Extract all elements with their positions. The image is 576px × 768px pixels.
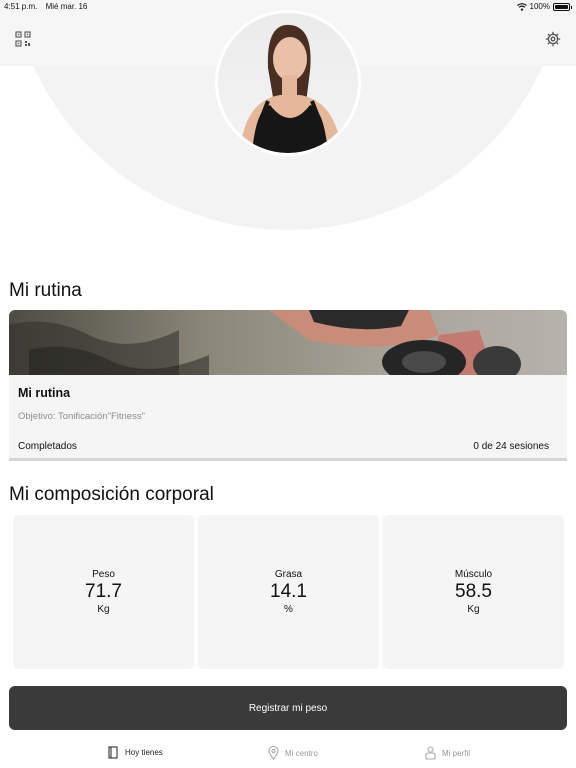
status-left: 4:51 p.m. Mié mar. 16 [4, 2, 87, 11]
location-pin-icon [268, 746, 279, 760]
status-right: 100% [516, 2, 572, 11]
battery-icon [553, 2, 572, 11]
metric-label: Grasa [274, 569, 303, 580]
register-weight-button[interactable]: Registrar mi peso [9, 686, 567, 730]
avatar-photo [218, 13, 358, 153]
profile-hero [0, 0, 576, 240]
metric-card-weight[interactable]: Peso 71.7 Kg [13, 515, 194, 669]
metric-unit: Kg [467, 604, 480, 615]
metric-value: 58.5 [455, 581, 492, 602]
metric-value: 14.1 [270, 581, 307, 602]
metric-unit: % [284, 604, 293, 615]
metric-value: 71.7 [85, 581, 122, 602]
book-icon [108, 746, 118, 759]
routine-card-title: Mi rutina [18, 386, 71, 400]
avatar[interactable] [215, 10, 361, 156]
routine-goal: Objetivo: Tonificación"Fitness" [18, 411, 145, 422]
routine-section-title: Mi rutina [9, 280, 82, 301]
metric-label: Músculo [454, 569, 493, 580]
tab-hoy-tienes[interactable]: Hoy tienes [108, 746, 163, 759]
routine-card[interactable]: Mi rutina Objetivo: Tonificación"Fitness… [9, 310, 567, 461]
gear-icon[interactable] [545, 31, 561, 47]
composition-section-title: Mi composición corporal [9, 484, 214, 505]
status-date: Mié mar. 16 [45, 2, 88, 11]
person-icon [425, 746, 436, 760]
tab-bar: Hoy tienes Mi centro Mi perfil [0, 740, 576, 768]
tab-label: Mi perfil [442, 748, 471, 758]
tab-mi-perfil[interactable]: Mi perfil [425, 746, 470, 760]
status-bar: 4:51 p.m. Mié mar. 16 100% [0, 0, 576, 14]
tab-label: Mi centro [285, 748, 318, 758]
metric-card-muscle[interactable]: Músculo 58.5 Kg [383, 515, 564, 669]
battery-percent: 100% [529, 2, 550, 11]
routine-progress: 0 de 24 sesiones [473, 441, 549, 452]
metric-card-fat[interactable]: Grasa 14.1 % [198, 515, 379, 669]
routine-cover-image [9, 310, 567, 375]
routine-completed-label: Completados [18, 441, 77, 452]
wifi-icon [516, 2, 527, 11]
battery-fill [555, 4, 568, 9]
metric-label: Peso [92, 569, 115, 580]
qr-code-icon[interactable] [15, 31, 31, 47]
tab-mi-centro[interactable]: Mi centro [268, 746, 318, 760]
tab-label: Hoy tienes [125, 748, 163, 757]
status-time: 4:51 p.m. [4, 2, 38, 11]
metric-unit: Kg [97, 604, 110, 615]
